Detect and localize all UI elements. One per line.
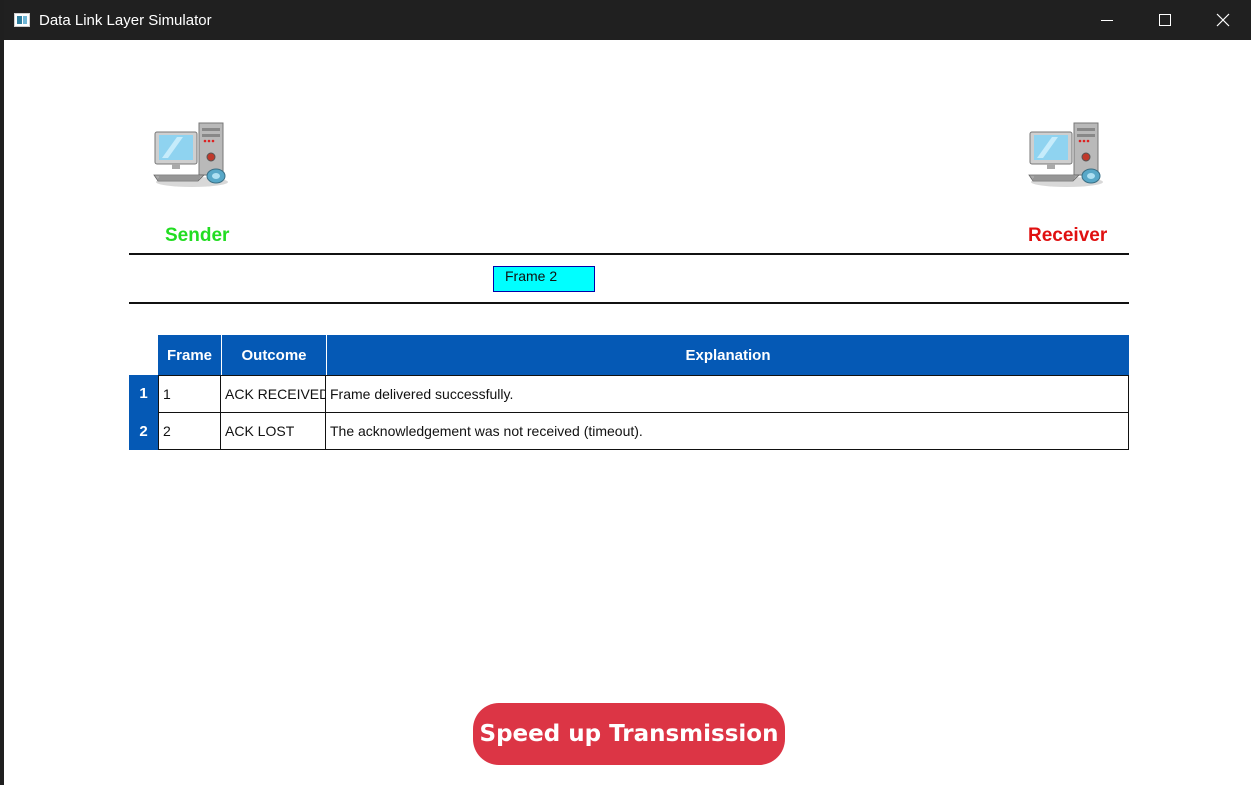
close-icon [1216,13,1230,27]
app-window-icon [14,13,30,27]
channel-top-line [129,253,1129,255]
window-title: Data Link Layer Simulator [39,12,212,29]
sender-computer-icon [153,122,228,187]
app-window: Data Link Layer Simulator Sender Receive… [4,0,1251,785]
frame-in-transit: Frame 2 [493,266,595,292]
maximize-button[interactable] [1136,0,1194,40]
column-header-explanation[interactable]: Explanation [326,335,1129,375]
table-cell-explanation[interactable]: Frame delivered successfully. [326,375,1129,412]
table-cell-outcome[interactable]: ACK RECEIVED [221,375,326,412]
close-button[interactable] [1194,0,1251,40]
table-cell-explanation[interactable]: The acknowledgement was not received (ti… [326,412,1129,450]
speed-up-transmission-button[interactable]: Speed up Transmission [473,703,785,765]
minimize-button[interactable] [1078,0,1136,40]
maximize-icon [1159,14,1171,26]
table-cell-outcome[interactable]: ACK LOST [221,412,326,450]
sender-label: Sender [165,225,230,246]
row-header[interactable]: 2 [129,412,158,450]
receiver-label: Receiver [1028,225,1108,246]
channel-bottom-line [129,302,1129,304]
row-header[interactable]: 1 [129,375,158,412]
column-header-outcome[interactable]: Outcome [221,335,326,375]
minimize-icon [1101,19,1113,21]
title-bar[interactable]: Data Link Layer Simulator [4,0,1251,40]
table-cell-frame[interactable]: 1 [158,375,221,412]
column-header-frame[interactable]: Frame [158,335,221,375]
receiver-computer-icon [1028,122,1103,187]
table-cell-frame[interactable]: 2 [158,412,221,450]
